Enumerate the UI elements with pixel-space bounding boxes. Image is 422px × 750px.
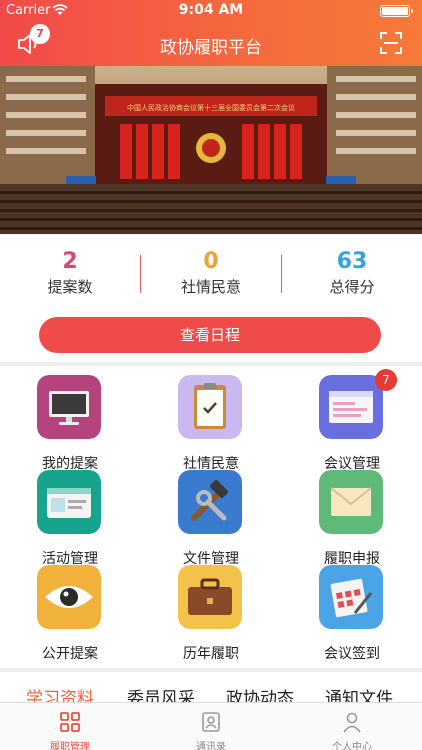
grid-item-badge: 7: [375, 369, 397, 391]
status-time: 9:04 AM: [178, 2, 244, 18]
tabbar-item-duty-management[interactable]: 履职管理: [0, 703, 140, 750]
grid-item-label: 历年履职: [183, 646, 239, 662]
grid-item-label: 公开提案: [42, 646, 98, 662]
stat-label: 总得分: [329, 278, 375, 296]
view-schedule-button[interactable]: 查看日程: [39, 317, 381, 353]
grid-item-label: 会议签到: [324, 646, 380, 662]
banner-caption: 中国人民政治协商会议第十三届全国委员会第二次会议: [127, 103, 295, 112]
monitor-icon: [37, 375, 101, 439]
app-header: Carrier 9:04 AM 7 政协履职平台: [0, 0, 422, 66]
stats-panel: 2 提案数 0 社情民意 63 总得分 查看日程: [0, 235, 422, 362]
calendar-sign-icon: [319, 565, 383, 629]
tabbar-label: 个人中心: [332, 742, 372, 750]
tab-member-profiles[interactable]: 委员风采: [127, 684, 195, 702]
tools-icon: [178, 470, 242, 534]
tabbar-label: 履职管理: [50, 742, 90, 750]
page-title: 政协履职平台: [160, 38, 262, 58]
grid-item-yearly-duty[interactable]: 历年履职: [141, 556, 281, 662]
tabbar-item-profile[interactable]: 个人中心: [282, 703, 422, 750]
grid-item-duty-report[interactable]: 履职申报: [282, 461, 422, 567]
grid-item-my-proposals[interactable]: 我的提案: [0, 366, 140, 472]
tabbar-label: 通讯录: [196, 742, 226, 750]
battery-icon: [380, 5, 413, 17]
meeting-window-icon: [319, 375, 383, 439]
stat-label: 提案数: [47, 278, 93, 296]
envelope-icon: [319, 470, 383, 534]
stat-total-score[interactable]: 63 总得分: [282, 249, 422, 297]
grid-item-activity-management[interactable]: 活动管理: [0, 461, 140, 567]
grid-item-public-opinion[interactable]: 社情民意: [141, 366, 281, 472]
grid-item-public-proposals[interactable]: 公开提案: [0, 556, 140, 662]
id-card-icon: [37, 470, 101, 534]
assembly-hall-photo: 中国人民政治协商会议第十三届全国委员会第二次会议: [0, 66, 422, 234]
grid-item-meeting-signin[interactable]: 会议签到: [282, 556, 422, 662]
stat-label: 社情民意: [180, 278, 241, 296]
person-icon: [343, 712, 361, 733]
stat-value: 63: [336, 249, 368, 274]
stat-value: 2: [62, 249, 78, 274]
category-tabs: 学习资料 委员风采 政协动态 通知文件: [0, 672, 422, 702]
grid-item-meeting-management[interactable]: 7 会议管理: [282, 366, 422, 472]
banner-image[interactable]: 中国人民政治协商会议第十三届全国委员会第二次会议: [0, 66, 422, 234]
nav-bar: 7 政协履职平台: [0, 22, 422, 66]
briefcase-icon: [178, 565, 242, 629]
function-grid: 我的提案 社情民意 7 会议管理 活动管理 文件管理 履职申报 公开提案 历年履…: [0, 366, 422, 668]
scan-icon[interactable]: [380, 32, 402, 54]
tab-study-materials[interactable]: 学习资料: [26, 684, 94, 702]
tab-cppcc-news[interactable]: 政协动态: [226, 684, 294, 702]
grid-icon: [60, 712, 80, 732]
status-bar: Carrier 9:04 AM: [0, 0, 422, 22]
tab-notice-files[interactable]: 通知文件: [325, 684, 393, 702]
clipboard-check-icon: [178, 375, 242, 439]
stat-value: 0: [203, 249, 219, 274]
stat-public-opinion[interactable]: 0 社情民意: [141, 249, 281, 297]
contacts-icon: [202, 712, 220, 732]
grid-item-file-management[interactable]: 文件管理: [141, 461, 281, 567]
eye-icon: [37, 565, 101, 629]
tabbar-item-contacts[interactable]: 通讯录: [141, 703, 281, 750]
bottom-tab-bar: 履职管理 通讯录 个人中心: [0, 702, 422, 750]
stat-proposals[interactable]: 2 提案数: [0, 249, 140, 297]
